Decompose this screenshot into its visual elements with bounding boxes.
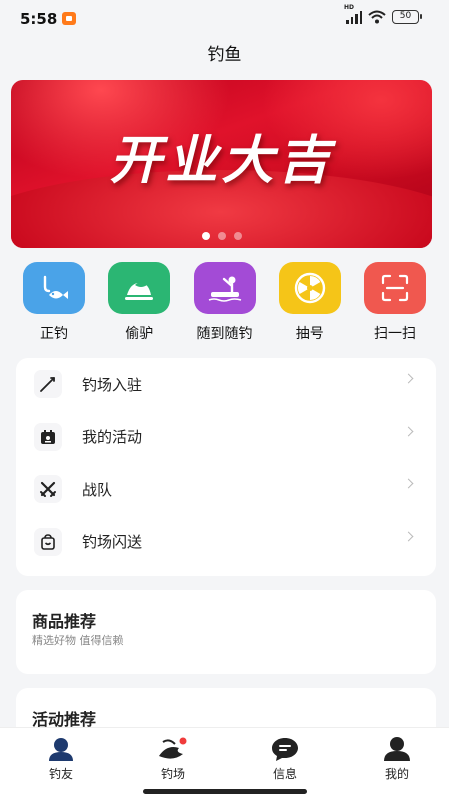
section-title: 商品推荐 [32, 612, 97, 631]
friends-icon [49, 738, 73, 761]
quick-action-toulu[interactable]: 偷驴 [99, 262, 179, 343]
goods-recommendation-card[interactable]: 商品推荐 精选好物 值得信赖 [16, 590, 436, 674]
fishing-rod-icon [34, 370, 62, 399]
chevron-right-icon [403, 531, 414, 541]
profile-icon [384, 737, 410, 761]
quick-action-zhengdiao[interactable]: 正钓 [14, 262, 94, 343]
crossed-swords-icon [34, 475, 62, 504]
menu-item-label: 战队 [82, 480, 113, 499]
signal-icon: HD [344, 4, 362, 24]
tab-label: 信息 [272, 767, 297, 781]
app-notification-icon [62, 12, 76, 25]
fishing-spot-icon [159, 737, 187, 759]
tab-profile[interactable]: 我的 [367, 736, 427, 782]
menu-item-flash-delivery[interactable]: 钓场闪送 [16, 516, 436, 569]
quick-action-label: 偷驴 [125, 326, 154, 342]
tab-label: 钓场 [160, 767, 185, 781]
pagination-dot[interactable] [201, 232, 210, 240]
fishing-icon[interactable] [23, 262, 85, 314]
calendar-icon [34, 422, 62, 451]
tab-label: 钓友 [48, 767, 73, 781]
section-subtitle: 精选好物 值得信赖 [32, 634, 124, 647]
status-time: 5:58 [20, 10, 58, 28]
status-bar: 5:58 HD 50 [0, 0, 449, 34]
quick-action-chouhao[interactable]: 抽号 [270, 262, 350, 343]
menu-item-label: 钓场入驻 [82, 375, 143, 394]
menu-card: 钓场入驻 我的活动 战队 钓场闪送 [16, 358, 436, 576]
shopping-bag-icon [34, 527, 62, 556]
pagination-dot[interactable] [217, 232, 226, 240]
banner-pagination[interactable] [11, 232, 432, 240]
page-title: 钓鱼 [207, 45, 242, 65]
quick-action-scan[interactable]: 扫一扫 [355, 262, 435, 343]
tab-messages[interactable]: 信息 [255, 736, 315, 782]
menu-item-label: 我的活动 [82, 428, 143, 447]
chevron-right-icon [403, 373, 414, 384]
menu-item-label: 钓场闪送 [82, 533, 143, 552]
chevron-right-icon [403, 478, 414, 489]
tab-label: 我的 [384, 767, 409, 781]
battery-icon: 50 [392, 10, 422, 24]
message-icon [272, 738, 298, 761]
wheel-icon[interactable] [278, 262, 341, 314]
pagination-dot[interactable] [233, 232, 242, 240]
fish-island-icon[interactable] [108, 262, 171, 314]
scan-icon[interactable] [364, 262, 426, 314]
quick-action-label: 扫一扫 [374, 326, 416, 342]
chevron-right-icon [403, 426, 414, 436]
fishing-boat-icon[interactable] [193, 262, 256, 314]
wifi-icon [368, 10, 386, 24]
tab-fishing-friends[interactable]: 钓友 [31, 736, 91, 782]
promo-banner[interactable]: 开业大吉 [11, 80, 432, 248]
quick-action-label: 随到随钓 [196, 326, 253, 342]
menu-item-my-activities[interactable]: 我的活动 [16, 411, 436, 464]
home-indicator[interactable] [143, 789, 307, 794]
quick-action-label: 正钓 [40, 326, 68, 342]
quick-actions: 正钓 偷驴 随到随钓 抽号 扫一扫 [14, 262, 435, 343]
tab-fishing-spot[interactable]: 钓场 [143, 736, 203, 782]
quick-action-suidaosuidiao[interactable]: 随到随钓 [185, 262, 265, 343]
menu-item-team[interactable]: 战队 [16, 463, 436, 516]
banner-slogan: 开业大吉 [109, 130, 334, 191]
quick-action-label: 抽号 [295, 326, 324, 342]
menu-item-fishing-spot-join[interactable]: 钓场入驻 [16, 358, 436, 411]
